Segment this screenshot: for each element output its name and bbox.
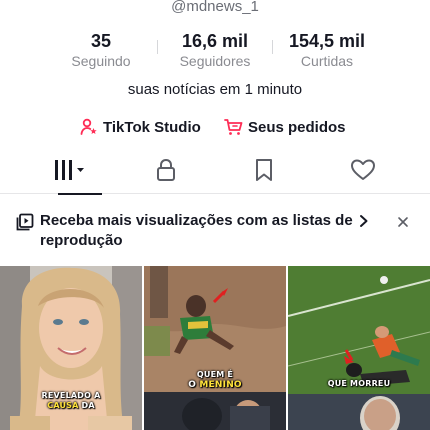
profile-links: TikTok Studio Seus pedidos [0,115,430,139]
video-caption-text: DA [78,401,95,410]
playlist-banner[interactable]: Receba mais visualizações com as listas … [0,205,430,257]
lock-icon [155,158,177,187]
video-thumbnail[interactable]: QUE MORREU [288,266,430,430]
profile-tabs [0,150,430,195]
stat-following[interactable]: 35 Seguindo [46,30,156,70]
profile-bio: suas notícias em 1 minuto [127,81,303,98]
stat-followers-value: 16,6 mil [181,31,249,51]
video-thumbnail-image [288,266,430,430]
chevron-right-icon[interactable] [357,213,371,234]
stat-likes[interactable]: 154,5 mil Curtidas [272,30,382,70]
heart-icon [350,158,376,187]
stat-following-value: 35 [90,31,112,51]
video-caption: QUEM É O MENINO [144,370,286,390]
grid-icon [53,159,87,186]
stat-followers[interactable]: 16,6 mil Seguidores [160,30,270,70]
active-tab-indicator [58,193,102,195]
orders-label: Seus pedidos [248,118,346,136]
video-caption-line: O MENINO [144,380,286,390]
stat-divider [157,40,158,54]
tab-videos[interactable] [16,150,123,195]
tiktok-studio-link[interactable]: TikTok Studio [80,115,201,139]
stat-likes-value: 154,5 mil [288,31,366,51]
video-caption-line: QUE MORREU [327,379,391,388]
video-grid: REVELADO A CAUSA DA QUEM É O MENINO QUE … [0,266,430,430]
video-caption-highlight: MENINO [199,380,242,390]
video-caption-line: REVELADO A [41,391,101,400]
video-caption-line: CAUSA DA [0,401,142,411]
video-caption-text: O [188,380,200,390]
video-caption-highlight: CAUSA [47,401,79,410]
video-thumbnail-image [144,266,286,430]
tab-liked[interactable] [309,150,416,194]
video-thumbnail[interactable]: QUEM É O MENINO [144,266,286,430]
close-icon[interactable] [397,215,409,233]
bookmark-icon [254,158,274,187]
video-caption: QUE MORREU [288,379,430,389]
stat-following-label: Seguindo [71,53,131,69]
tab-private[interactable] [112,150,219,194]
orders-link[interactable]: Seus pedidos [224,115,346,139]
cart-icon [224,118,243,136]
video-caption: REVELADO A CAUSA DA [0,391,142,411]
video-caption-line: QUEM É [196,370,234,379]
tab-favorites[interactable] [210,150,317,194]
video-thumbnail[interactable]: REVELADO A CAUSA DA [0,266,142,430]
tiktok-studio-label: TikTok Studio [103,118,201,136]
profile-handle: @mdnews_1 [171,0,259,15]
stat-followers-label: Seguidores [179,53,251,69]
stat-likes-label: Curtidas [300,53,354,69]
playlist-icon [16,213,34,236]
profile-stats: 35 Seguindo 16,6 mil Seguidores 154,5 mi… [0,30,430,74]
playlist-banner-text: Receba mais visualizações com as listas … [40,212,353,249]
studio-person-icon [80,118,98,136]
